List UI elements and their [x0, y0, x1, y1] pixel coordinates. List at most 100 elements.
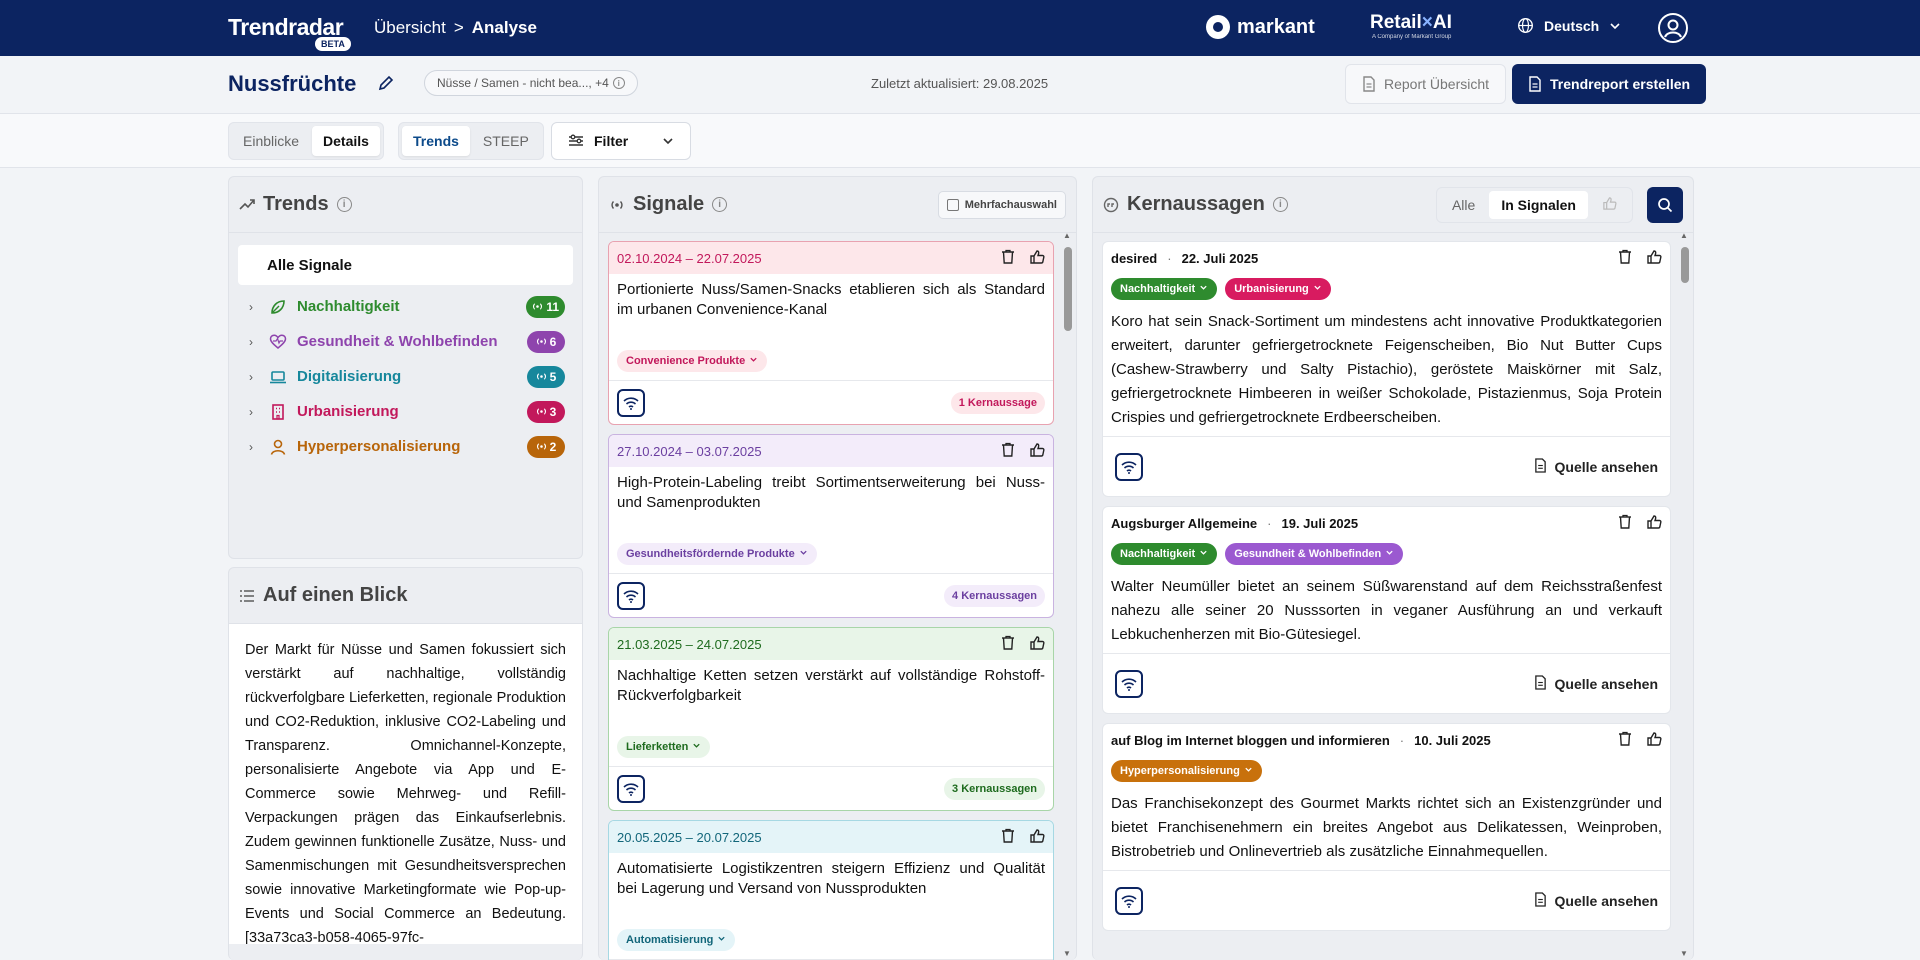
search-button[interactable]	[1647, 186, 1683, 223]
tab-steep[interactable]: STEEP	[472, 126, 540, 156]
trash-icon[interactable]	[1001, 249, 1015, 268]
signal-wifi-icon[interactable]	[1115, 452, 1143, 481]
scroll-down-icon[interactable]: ▼	[1063, 949, 1071, 958]
thumbs-up-icon[interactable]	[1029, 249, 1045, 268]
filter-in-signals[interactable]: In Signalen	[1489, 190, 1588, 219]
person-icon	[269, 438, 287, 456]
thumbs-up-icon[interactable]	[1646, 731, 1662, 750]
breadcrumb-separator-icon: >	[453, 18, 464, 37]
trash-icon[interactable]	[1618, 514, 1632, 533]
report-overview-button[interactable]: Report Übersicht	[1345, 64, 1507, 104]
thumbs-up-icon[interactable]	[1029, 635, 1045, 654]
signal-wifi-icon[interactable]	[617, 388, 645, 417]
view-source-label: Quelle ansehen	[1554, 458, 1658, 475]
filter-dropdown[interactable]: Filter	[551, 122, 691, 160]
category-chip[interactable]: Nüsse / Samen - nicht bea..., +4 i	[424, 70, 638, 96]
thumbs-up-icon[interactable]	[1646, 249, 1662, 268]
filter-all[interactable]: Alle	[1440, 191, 1487, 219]
key-statements-scrollbar[interactable]: ▲ ▼	[1680, 231, 1689, 958]
trash-icon[interactable]	[1618, 731, 1632, 750]
chevron-right-icon[interactable]: ›	[249, 440, 259, 454]
signal-card[interactable]: 20.05.2025 – 20.07.2025 Automatisierte L…	[608, 820, 1054, 960]
trend-label: Hyperpersonalisierung	[297, 438, 461, 455]
signal-card[interactable]: 21.03.2025 – 24.07.2025 Nachhaltige Kett…	[608, 627, 1054, 811]
signal-tag[interactable]: Convenience Produkte	[617, 350, 768, 372]
view-source-link[interactable]: Quelle ansehen	[1534, 674, 1658, 693]
chevron-right-icon[interactable]: ›	[249, 405, 259, 419]
scrollbar-thumb[interactable]	[1681, 247, 1689, 283]
key-statement-card[interactable]: Augsburger Allgemeine · 19. Juli 2025 Na…	[1102, 506, 1671, 714]
trend-item[interactable]: › Gesundheit & Wohlbefinden 6	[229, 324, 582, 359]
language-selector[interactable]: Deutsch	[1517, 17, 1621, 34]
trend-item[interactable]: › Nachhaltigkeit 11	[229, 289, 582, 324]
leaf-icon	[269, 298, 287, 316]
key-statements-filter: Alle In Signalen	[1435, 186, 1633, 223]
user-avatar-icon[interactable]	[1658, 13, 1688, 43]
tab-trends[interactable]: Trends	[402, 126, 470, 156]
pencil-icon[interactable]	[377, 74, 395, 92]
tab-details[interactable]: Details	[312, 126, 380, 156]
trash-icon[interactable]	[1001, 442, 1015, 461]
multi-select-toggle[interactable]: Mehrfachauswahl	[937, 190, 1066, 219]
scroll-up-icon[interactable]: ▲	[1063, 231, 1071, 240]
retail-ai-logo-ai: AI	[1432, 12, 1452, 33]
key-statements-title: Kernaussagen	[1127, 193, 1265, 215]
markant-logo: markant	[1206, 15, 1315, 39]
key-statement-card[interactable]: auf Blog im Internet bloggen und informi…	[1102, 723, 1671, 931]
chevron-down-icon	[717, 934, 726, 946]
info-icon[interactable]: i	[336, 197, 352, 212]
key-statement-tag[interactable]: Nachhaltigkeit	[1111, 278, 1218, 300]
key-statement-list: desired · 22. Juli 2025 Nachhaltigkeit U…	[1102, 241, 1671, 960]
thumbs-up-icon[interactable]	[1029, 442, 1045, 461]
info-icon[interactable]: i	[712, 197, 728, 212]
thumbs-up-icon[interactable]	[1029, 828, 1045, 847]
signal-tag[interactable]: Gesundheitsfördernde Produkte	[617, 543, 817, 565]
signal-card[interactable]: 02.10.2024 – 22.07.2025 Portionierte Nus…	[608, 241, 1054, 425]
signal-card[interactable]: 27.10.2024 – 03.07.2025 High-Protein-Lab…	[608, 434, 1054, 618]
scroll-down-icon[interactable]: ▼	[1680, 949, 1688, 958]
scrollbar-thumb[interactable]	[1064, 247, 1072, 331]
trend-item[interactable]: › Digitalisierung 5	[229, 359, 582, 394]
trend-item[interactable]: › Urbanisierung 3	[229, 394, 582, 429]
trash-icon[interactable]	[1618, 249, 1632, 268]
all-signals-item[interactable]: Alle Signale	[238, 245, 573, 285]
key-statement-count-badge[interactable]: 4 Kernaussagen	[944, 584, 1045, 607]
key-statement-tag[interactable]: Hyperpersonalisierung	[1111, 760, 1262, 782]
info-icon[interactable]: i	[1272, 197, 1288, 212]
chevron-right-icon[interactable]: ›	[249, 370, 259, 384]
key-statement-tag[interactable]: Gesundheit & Wohlbefinden	[1225, 543, 1404, 565]
key-statement-card[interactable]: desired · 22. Juli 2025 Nachhaltigkeit U…	[1102, 241, 1671, 497]
signal-wifi-icon[interactable]	[617, 774, 645, 803]
signals-scrollbar[interactable]: ▲ ▼	[1063, 231, 1072, 958]
tag-label: Automatisierung	[626, 934, 714, 946]
thumbs-up-filter-icon[interactable]	[1590, 191, 1629, 219]
chevron-right-icon[interactable]: ›	[249, 335, 259, 349]
heart-pulse-icon	[269, 333, 287, 351]
tab-einblicke[interactable]: Einblicke	[232, 126, 310, 156]
signal-wifi-icon[interactable]	[1115, 669, 1143, 698]
create-trendreport-button[interactable]: Trendreport erstellen	[1512, 64, 1707, 104]
document-icon	[1363, 76, 1375, 92]
signal-tag[interactable]: Lieferketten	[617, 736, 711, 758]
view-source-link[interactable]: Quelle ansehen	[1534, 891, 1658, 910]
trend-item[interactable]: › Hyperpersonalisierung 2	[229, 429, 582, 464]
scroll-up-icon[interactable]: ▲	[1680, 231, 1688, 240]
trash-icon[interactable]	[1001, 828, 1015, 847]
key-statement-count-badge[interactable]: 1 Kernaussage	[950, 391, 1045, 414]
breadcrumb-home[interactable]: Übersicht	[374, 18, 446, 38]
thumbs-up-icon[interactable]	[1646, 514, 1662, 533]
view-source-link[interactable]: Quelle ansehen	[1534, 457, 1658, 476]
trash-icon[interactable]	[1001, 635, 1015, 654]
signal-wifi-icon[interactable]	[1115, 886, 1143, 915]
trend-count-badge: 11	[526, 295, 565, 318]
search-icon	[1658, 197, 1673, 212]
key-statement-tag[interactable]: Nachhaltigkeit	[1111, 543, 1218, 565]
chevron-right-icon[interactable]: ›	[249, 300, 259, 314]
separator-dot: ·	[1399, 732, 1405, 748]
signals-panel: Signale i Mehrfachauswahl 02.10.2024 – 2…	[598, 176, 1077, 960]
signals-panel-header: Signale i Mehrfachauswahl	[599, 177, 1076, 233]
signal-wifi-icon[interactable]	[617, 581, 645, 610]
key-statement-tag[interactable]: Urbanisierung	[1225, 278, 1331, 300]
key-statement-count-badge[interactable]: 3 Kernaussagen	[944, 777, 1045, 800]
signal-tag[interactable]: Automatisierung	[617, 929, 736, 951]
